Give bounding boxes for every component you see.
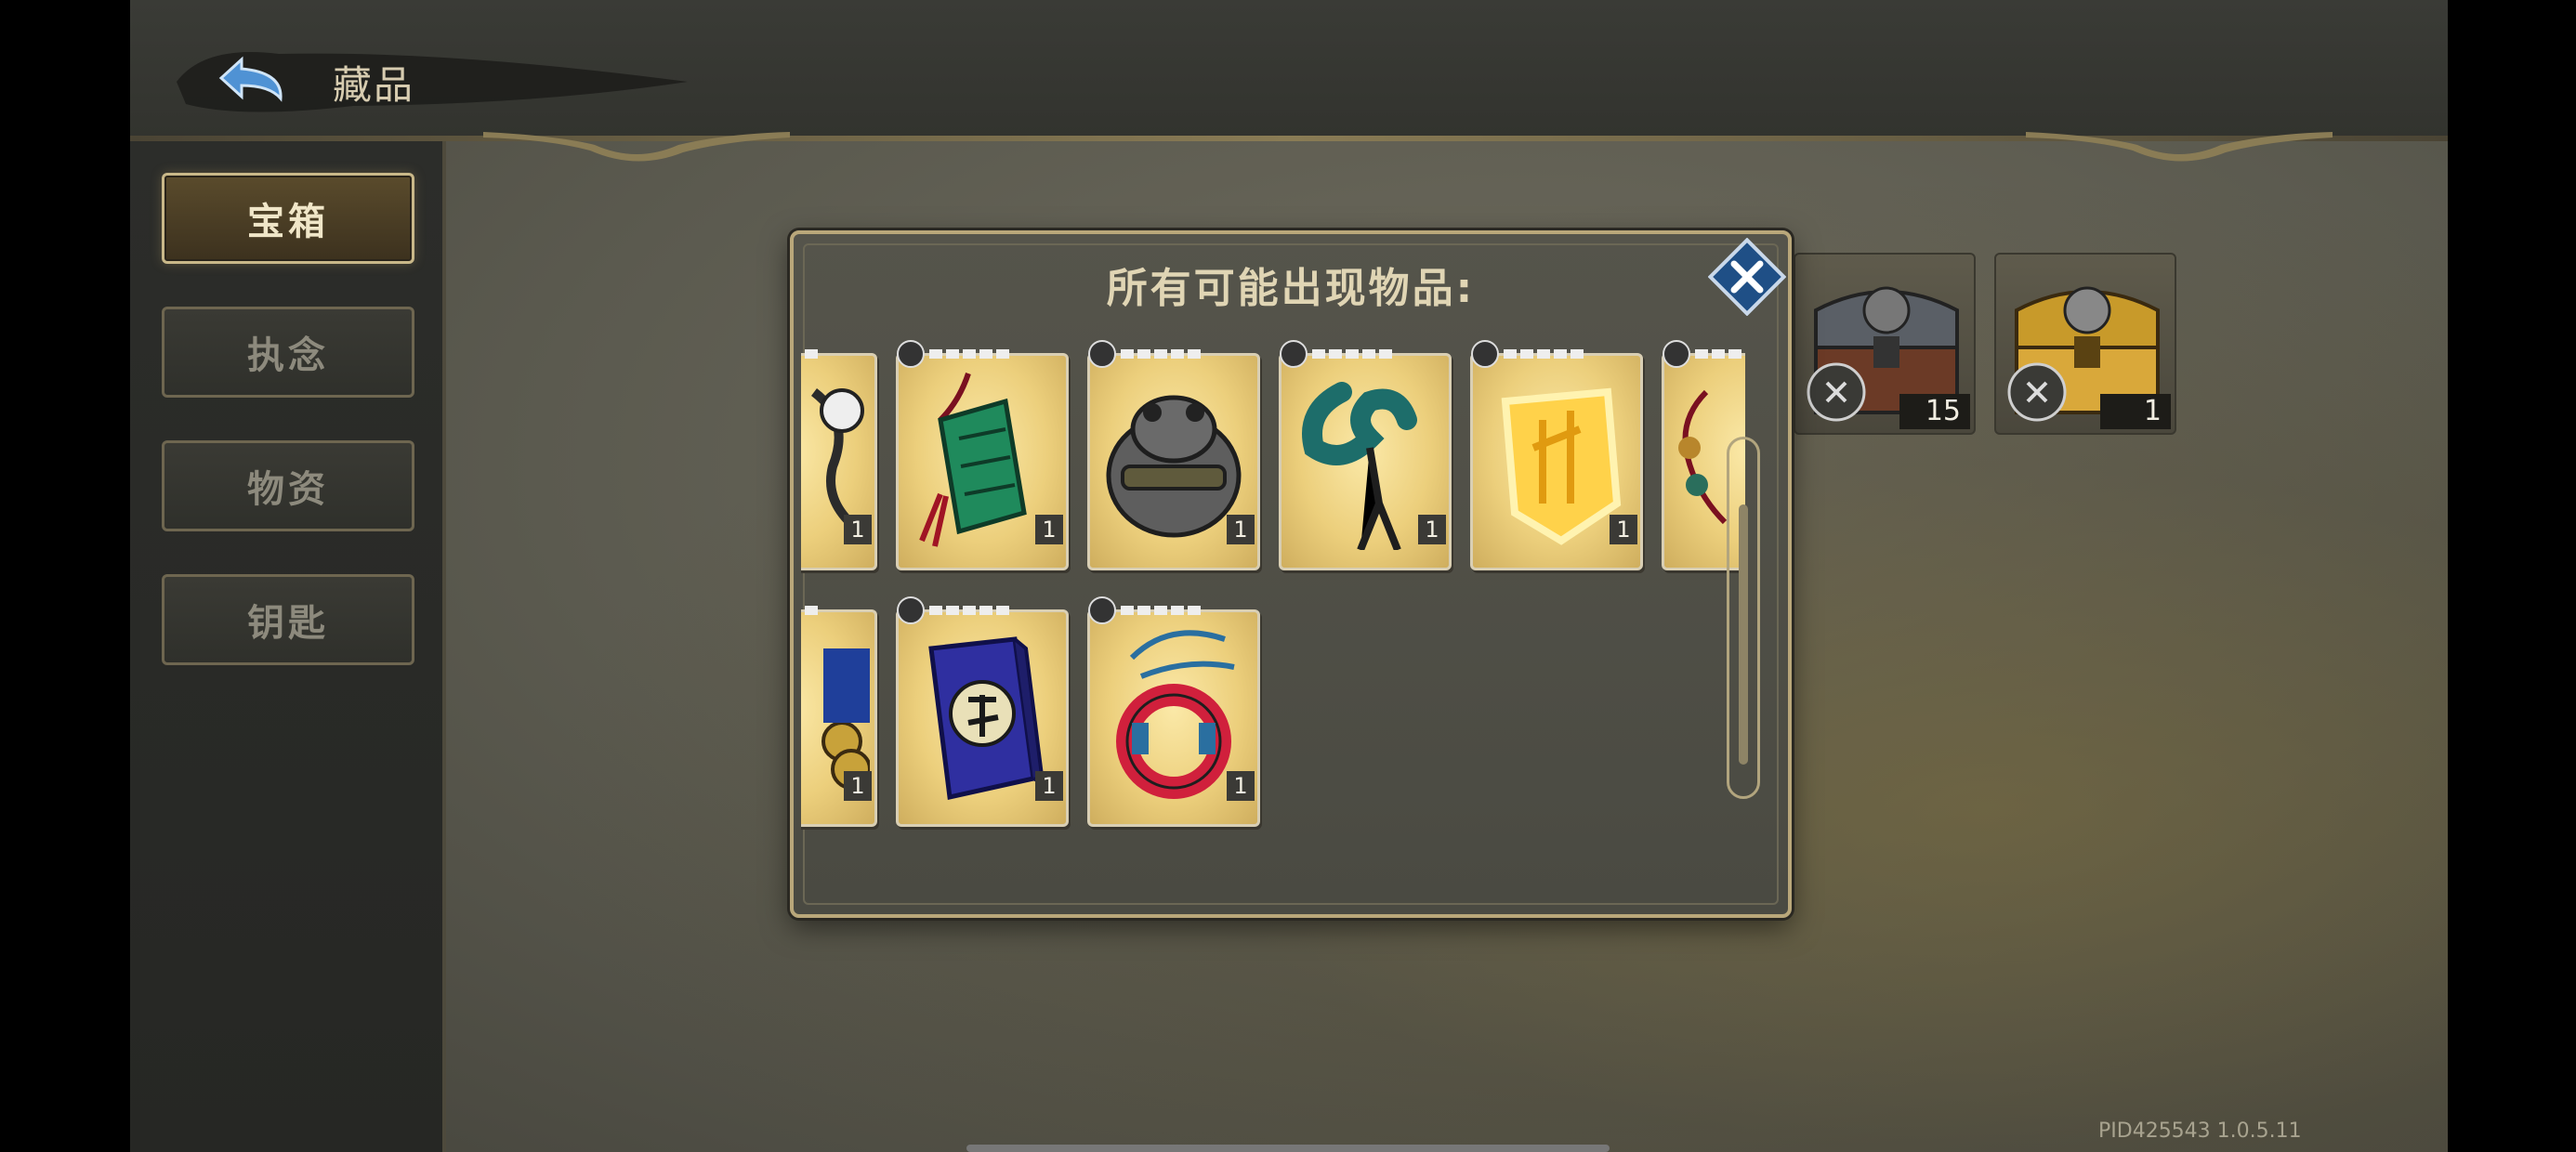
chest-slot-iron[interactable]: 15 [1794,253,1976,435]
item-quantity: 1 [1227,771,1255,801]
item-quantity: 1 [1227,515,1255,544]
tab-supplies[interactable]: 物资 [162,440,414,531]
rarity-stars [897,596,1009,624]
item-quantity: 1 [1610,515,1637,544]
chest-count: 1 [2100,394,2171,429]
rarity-stars [1471,340,1584,368]
back-arrow-icon[interactable] [214,48,303,108]
item-grid: 1 1 1 1 1 1 1 1 [801,334,1745,855]
item-card-red-ring[interactable]: 1 [1082,591,1264,831]
category-sidebar: 宝箱 执念 物资 钥匙 [130,141,446,1152]
close-icon[interactable] [1708,238,1786,316]
item-card-skull-relic[interactable]: 1 [801,334,881,574]
item-quantity: 1 [1035,515,1063,544]
item-card-blue-book[interactable]: 1 [890,591,1072,831]
rarity-stars [897,340,1009,368]
ornament-left [483,132,790,162]
item-quantity: 1 [844,771,872,801]
item-grid-scrollbar[interactable] [1727,437,1760,799]
home-indicator[interactable] [966,1145,1610,1152]
tab-obsession[interactable]: 执念 [162,307,414,398]
page-title: 藏品 [333,62,415,108]
item-quantity: 1 [1035,771,1063,801]
chest-count: 15 [1899,394,1970,429]
rarity-stars [1088,596,1201,624]
rarity-stars [1280,340,1392,368]
item-quantity: 1 [1418,515,1446,544]
rarity-stars [805,606,818,615]
rarity-stars [805,349,818,359]
scrollbar-thumb[interactable] [1739,504,1748,765]
tab-chests[interactable]: 宝箱 [162,173,414,264]
item-card-jade-tablet[interactable]: 1 [890,334,1072,574]
dialog-title: 所有可能出现物品: [1106,265,1476,312]
chest-slot-gold[interactable]: 1 [1994,253,2176,435]
rarity-stars [1663,340,1741,368]
item-card-stone-toad[interactable]: 1 [1082,334,1264,574]
ornament-right [2026,132,2333,162]
item-card-jade-hook[interactable]: 1 [1273,334,1455,574]
item-card-coin-stack[interactable]: 1 [801,591,881,831]
version-label: PID425543 1.0.5.11 [2098,1119,2302,1143]
item-quantity: 1 [844,515,872,544]
tab-keys[interactable]: 钥匙 [162,574,414,665]
rarity-stars [1088,340,1201,368]
item-card-golden-talisman[interactable]: 1 [1465,334,1647,574]
